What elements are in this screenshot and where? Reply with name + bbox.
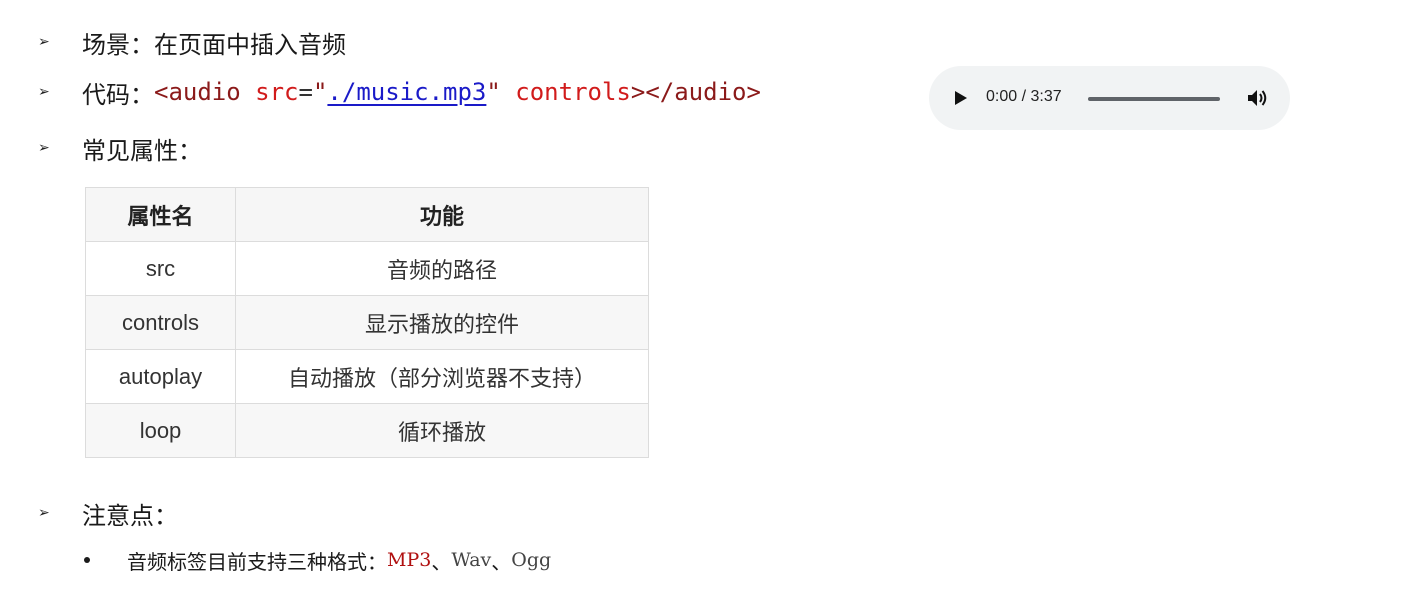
time-readout: 0:00 / 3:37 (986, 88, 1062, 105)
note-label: 音频标签目前支持三种格式： (127, 549, 387, 574)
progress-track[interactable] (1088, 97, 1220, 101)
format-ogg: Ogg (511, 549, 552, 571)
bullet-common-attrs: ➢ 常见属性： (38, 130, 202, 166)
code-snippet: <audio src="./music.mp3" controls></audi… (154, 78, 761, 106)
table-row: src 音频的路径 (85, 241, 649, 296)
cell-attr: controls (85, 295, 236, 350)
list-item: 音频标签目前支持三种格式： MP3 、 Wav 、 Ogg (82, 545, 551, 575)
page: ➢ 场景：在页面中插入音频 ➢ 代码： <audio src="./music.… (0, 0, 1402, 616)
arrowhead-bullet-icon: ➢ (38, 34, 50, 50)
cell-attr: src (85, 241, 236, 296)
code-attr-src: src (255, 78, 299, 106)
code-label: 代码： (82, 80, 154, 109)
code-src-value[interactable]: ./music.mp3 (327, 78, 486, 106)
dot-bullet-icon (84, 557, 90, 563)
code-eq: = (298, 78, 313, 106)
table-row: autoplay 自动播放（部分浏览器不支持） (85, 349, 649, 404)
code-quote-close: " (486, 78, 501, 106)
cell-function: 自动播放（部分浏览器不支持） (235, 349, 649, 404)
cell-attr: loop (85, 403, 236, 458)
separator: 、 (491, 549, 512, 574)
cell-function: 音频的路径 (235, 241, 649, 296)
arrowhead-bullet-icon: ➢ (38, 84, 50, 100)
attributes-table: 属性名 功能 src 音频的路径 controls 显示播放的控件 autopl… (85, 187, 649, 458)
format-wav: Wav (451, 549, 492, 571)
header-function: 功能 (235, 187, 649, 242)
volume-icon[interactable] (1247, 88, 1269, 108)
bullet-notes: ➢ 注意点： (38, 495, 178, 531)
table-row: loop 循环播放 (85, 403, 649, 458)
cell-attr: autoplay (85, 349, 236, 404)
common-attrs-text: 常见属性： (82, 136, 202, 165)
header-attr-name: 属性名 (85, 187, 236, 242)
arrowhead-bullet-icon: ➢ (38, 505, 50, 521)
notes-text: 注意点： (82, 501, 178, 530)
bullet-scene: ➢ 场景：在页面中插入音频 (38, 24, 346, 60)
code-close-tag: ></audio> (630, 78, 761, 106)
table-header-row: 属性名 功能 (85, 187, 649, 242)
arrowhead-bullet-icon: ➢ (38, 140, 50, 156)
audio-player[interactable]: 0:00 / 3:37 (929, 66, 1290, 130)
table-row: controls 显示播放的控件 (85, 295, 649, 350)
scene-text: 场景：在页面中插入音频 (82, 30, 346, 59)
play-icon[interactable] (955, 91, 967, 105)
separator: 、 (431, 549, 452, 574)
cell-function: 循环播放 (235, 403, 649, 458)
format-mp3: MP3 (387, 549, 432, 571)
code-open-tag: <audio (154, 78, 241, 106)
bullet-code: ➢ 代码： <audio src="./music.mp3" controls>… (38, 74, 761, 110)
code-quote-open: " (312, 78, 328, 106)
code-attr-controls: controls (515, 78, 631, 106)
cell-function: 显示播放的控件 (235, 295, 649, 350)
